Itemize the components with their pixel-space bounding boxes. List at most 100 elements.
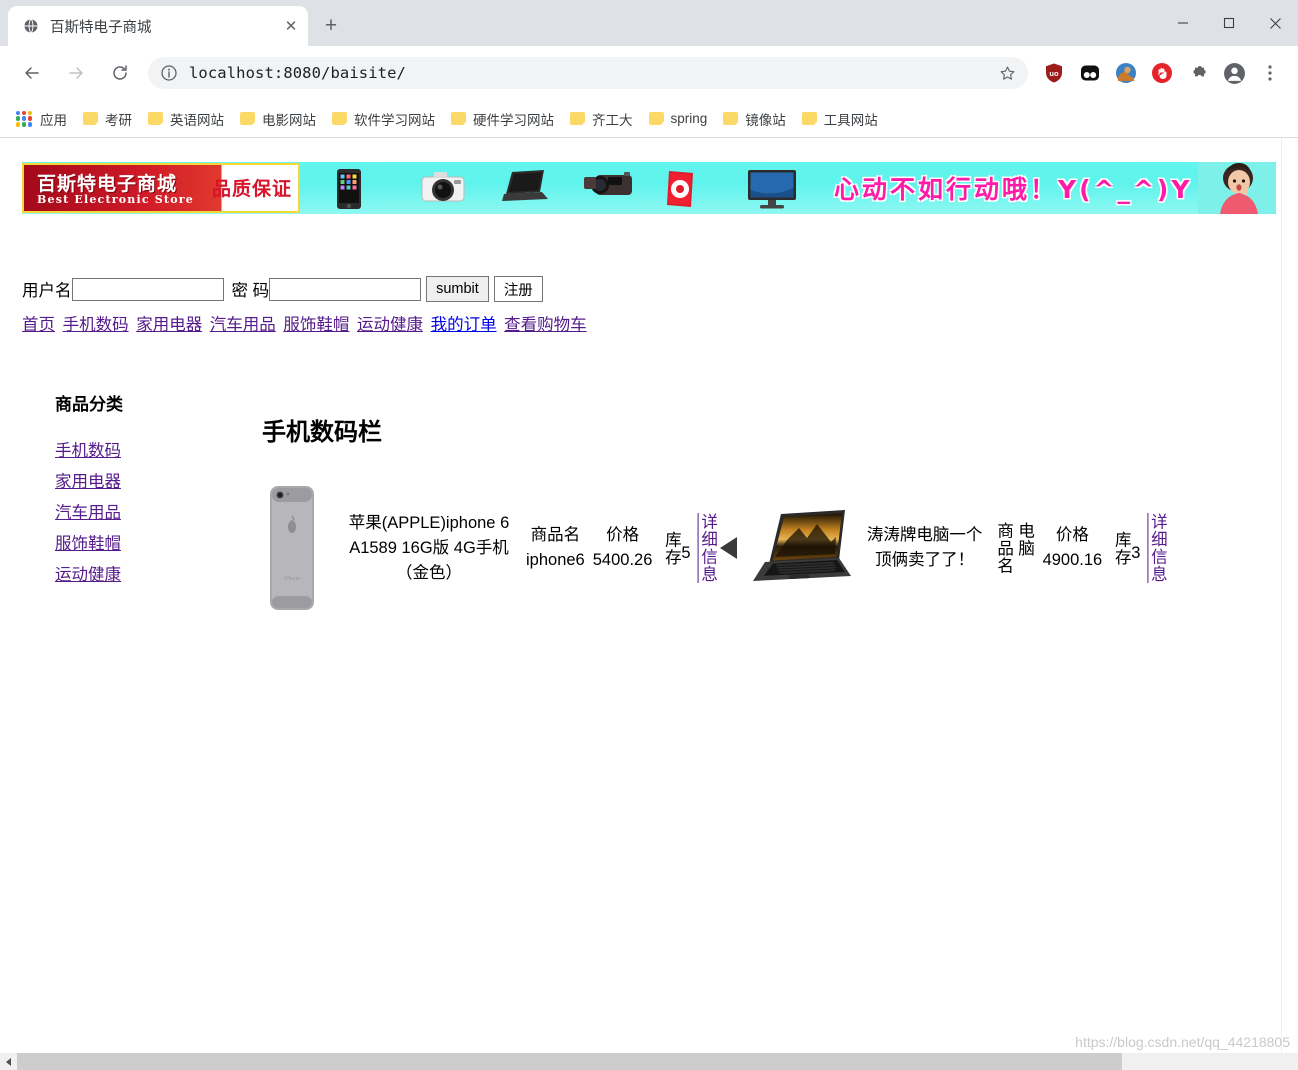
- tab-title: 百斯特电子商城: [50, 19, 152, 36]
- bookmark-label: 应用: [40, 112, 67, 128]
- product-row: iPhone 苹果(APPLE)iphone 6 A1589 16G版 4G手机…: [262, 484, 1281, 612]
- main-nav: 首页 手机数码 家用电器 汽车用品 服饰鞋帽 运动健康 我的订单 查看购物车: [0, 302, 1281, 335]
- banner-product-icons: [336, 168, 796, 209]
- product-price-column: 价格 5400.26: [593, 523, 653, 573]
- sidebar-item-clothing-shoes[interactable]: 服饰鞋帽: [55, 530, 262, 554]
- bookmark-movies[interactable]: 电影网站: [232, 106, 324, 132]
- monitor-icon: [746, 168, 796, 209]
- category-sidebar: 商品分类 手机数码 家用电器 汽车用品 服饰鞋帽 运动健康: [0, 390, 262, 612]
- vertical-scrollbar[interactable]: [1281, 138, 1298, 1053]
- profile-picture-icon[interactable]: [1113, 60, 1139, 86]
- nav-link-home-appliance[interactable]: 家用电器: [136, 316, 202, 334]
- globe-icon: [22, 17, 39, 35]
- browser-titlebar: 百斯特电子商城 ✕ +: [0, 0, 1298, 46]
- nav-link-my-orders[interactable]: 我的订单: [431, 316, 497, 334]
- site-logo: 百斯特电子商城 Best Electronic Store 品质保证: [22, 163, 300, 213]
- bookmark-apps[interactable]: 应用: [8, 106, 75, 132]
- product-price-label: 价格: [1055, 526, 1089, 544]
- password-label: 密 码: [231, 282, 270, 300]
- nav-link-view-cart[interactable]: 查看购物车: [504, 316, 587, 334]
- black-laptop-photo: [751, 504, 857, 592]
- nav-link-mobile-digital[interactable]: 手机数码: [63, 316, 129, 334]
- bookmark-label: spring: [670, 111, 708, 126]
- bookmark-hardware[interactable]: 硬件学习网站: [443, 106, 562, 132]
- page-info-icon[interactable]: [160, 64, 178, 82]
- back-arrow-icon[interactable]: [15, 56, 49, 90]
- reload-icon[interactable]: [103, 56, 137, 90]
- forward-arrow-icon[interactable]: [59, 56, 93, 90]
- account-avatar-icon[interactable]: [1221, 60, 1247, 86]
- mp3-player-icon: [664, 168, 710, 208]
- product-name-label: 商品名: [530, 526, 581, 544]
- username-input[interactable]: [71, 277, 224, 301]
- bookmark-kaoyan[interactable]: 考研: [75, 106, 140, 132]
- svg-text:iPhone: iPhone: [284, 576, 300, 582]
- nav-link-clothing-shoes[interactable]: 服饰鞋帽: [283, 316, 349, 334]
- folder-icon: [570, 112, 585, 125]
- scroll-left-arrow-icon[interactable]: [0, 1053, 17, 1070]
- bookmark-english[interactable]: 英语网站: [140, 106, 232, 132]
- product-name-value: 电脑: [1015, 521, 1034, 557]
- sidebar-item-mobile-digital[interactable]: 手机数码: [55, 437, 262, 461]
- bookmark-software[interactable]: 软件学习网站: [324, 106, 443, 132]
- page-content: 商品分类 手机数码 家用电器 汽车用品 服饰鞋帽 运动健康 手机数码栏 iPho…: [0, 335, 1281, 612]
- window-controls: [1160, 0, 1298, 46]
- close-tab-icon[interactable]: ✕: [280, 15, 302, 37]
- product-price-value: 5400.26: [592, 551, 653, 569]
- quality-badge: 品质保证: [211, 178, 292, 200]
- nav-link-sports-health[interactable]: 运动健康: [357, 316, 423, 334]
- product-detail-link[interactable]: 详细信息: [697, 513, 718, 583]
- browser-window: 百斯特电子商城 ✕ + localhost:8080/baisite/ uo 应…: [0, 0, 1298, 1070]
- browser-tab[interactable]: 百斯特电子商城 ✕: [8, 6, 308, 46]
- horizontal-scrollbar[interactable]: [0, 1053, 1298, 1070]
- password-input[interactable]: [269, 277, 422, 301]
- submit-button[interactable]: sumbit: [426, 276, 489, 302]
- product-stock-column: 库存 3: [1110, 531, 1140, 566]
- apps-grid-icon: [16, 110, 32, 127]
- laptop-icon: [500, 168, 548, 208]
- register-button[interactable]: 注册: [493, 276, 543, 302]
- watermark-text: https://blog.csdn.net/qq_44218805: [1075, 1034, 1290, 1050]
- new-tab-button[interactable]: +: [316, 11, 346, 41]
- bookmark-spring[interactable]: spring: [641, 106, 716, 132]
- svg-text:uo: uo: [1049, 69, 1059, 78]
- product-price-label: 价格: [606, 526, 640, 544]
- product-name-label: 商品名: [994, 521, 1013, 575]
- ublock-origin-icon[interactable]: uo: [1041, 60, 1067, 86]
- product-name-value: iphone6: [526, 551, 585, 569]
- mobile-phone-icon: [336, 168, 382, 209]
- chrome-menu-icon[interactable]: [1257, 60, 1283, 86]
- nav-link-car-supplies[interactable]: 汽车用品: [210, 316, 276, 334]
- site-banner-wrap: 百斯特电子商城 Best Electronic Store 品质保证 心动不如行…: [0, 138, 1281, 214]
- page-viewport: 百斯特电子商城 Best Electronic Store 品质保证 心动不如行…: [0, 138, 1298, 1070]
- product-price-value: 4900.16: [1042, 551, 1103, 569]
- dark-reader-icon[interactable]: [1077, 60, 1103, 86]
- bookmark-label: 考研: [105, 112, 132, 128]
- login-form: 用户名 密 码 sumbit 注册: [0, 214, 1281, 302]
- bookmark-mirror[interactable]: 镜像站: [715, 106, 794, 132]
- address-bar[interactable]: localhost:8080/baisite/: [148, 57, 1028, 89]
- site-banner: 百斯特电子商城 Best Electronic Store 品质保证 心动不如行…: [22, 162, 1276, 214]
- product-stock-label: 库存: [1112, 530, 1131, 566]
- product-stock-column: 库存 5: [660, 531, 690, 566]
- adblock-icon[interactable]: [1149, 60, 1175, 86]
- product-main: 手机数码栏 iPhone 苹果(APPLE)iphone 6 A1589 16G…: [262, 390, 1281, 612]
- minimize-window-icon[interactable]: [1160, 7, 1206, 39]
- sidebar-item-car-supplies[interactable]: 汽车用品: [55, 499, 262, 523]
- close-window-icon[interactable]: [1252, 7, 1298, 39]
- sidebar-item-sports-health[interactable]: 运动健康: [55, 561, 262, 585]
- bookmark-label: 软件学习网站: [354, 112, 435, 128]
- folder-icon: [451, 112, 466, 125]
- nav-link-home[interactable]: 首页: [22, 316, 55, 334]
- extensions-puzzle-icon[interactable]: [1185, 60, 1211, 86]
- horizontal-scroll-thumb[interactable]: [17, 1053, 1122, 1070]
- bookmark-qigongda[interactable]: 齐工大: [562, 106, 641, 132]
- bookmark-star-icon[interactable]: [994, 60, 1020, 86]
- bookmarks-bar: 应用 考研 英语网站 电影网站 软件学习网站 硬件学习网站 齐工大 spring…: [0, 100, 1298, 138]
- maximize-window-icon[interactable]: [1206, 7, 1252, 39]
- product-detail-link[interactable]: 详细信息: [1146, 513, 1167, 583]
- bookmark-tools[interactable]: 工具网站: [794, 106, 886, 132]
- sidebar-list: 手机数码 家用电器 汽车用品 服饰鞋帽 运动健康: [55, 437, 262, 585]
- bookmark-label: 镜像站: [745, 112, 786, 128]
- sidebar-item-home-appliance[interactable]: 家用电器: [55, 468, 262, 492]
